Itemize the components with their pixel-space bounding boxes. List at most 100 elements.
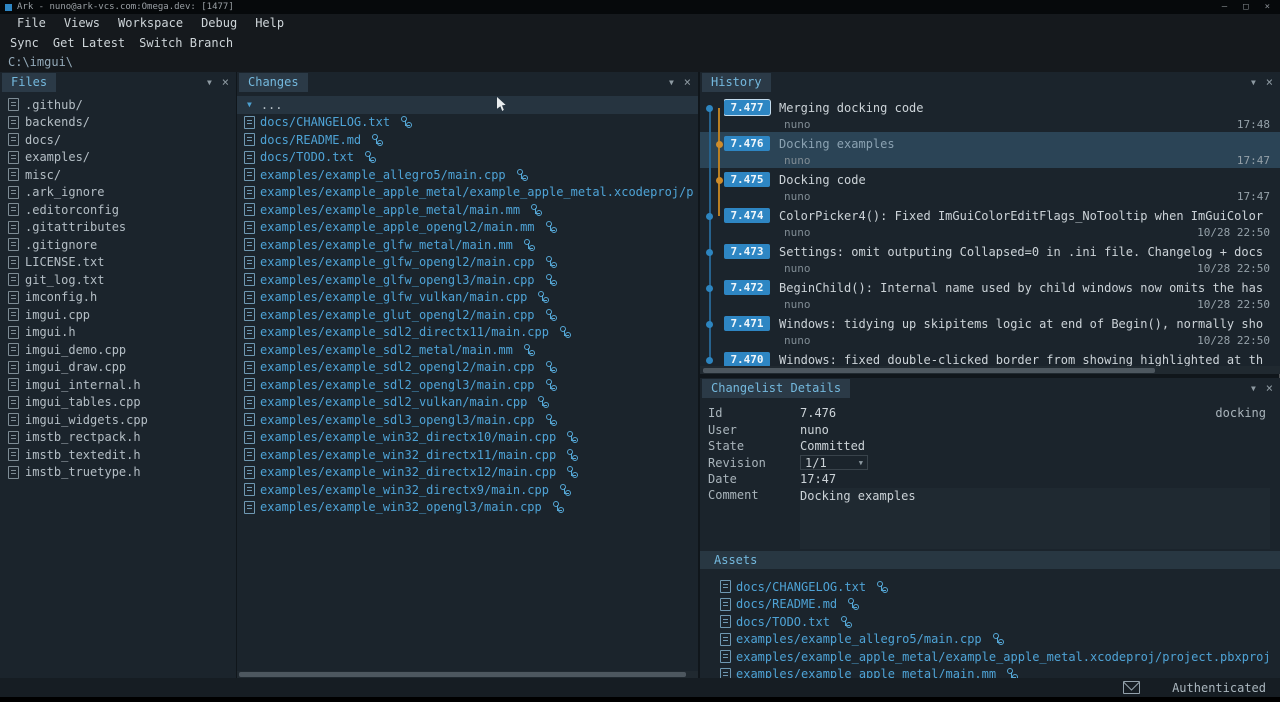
changed-file-item[interactable]: examples/example_apple_metal/example_app… [237, 184, 698, 202]
changeset-comment: Merging docking code [779, 101, 924, 115]
changed-file-item[interactable]: examples/example_sdl2_metal/main.mm [237, 341, 698, 359]
file-item[interactable]: git_log.txt [0, 271, 236, 289]
close-button[interactable]: × [1265, 2, 1270, 12]
close-icon[interactable]: × [222, 77, 229, 87]
branch-icon [372, 134, 383, 146]
file-item[interactable]: imgui_tables.cpp [0, 394, 236, 412]
file-item[interactable]: backends/ [0, 114, 236, 132]
document-icon [8, 326, 19, 339]
menu-item[interactable]: Workspace [109, 14, 192, 33]
details-panel-title[interactable]: Changelist Details [702, 379, 850, 398]
toolbar-button[interactable]: Switch Branch [137, 33, 235, 53]
document-icon [244, 378, 255, 391]
changed-file-item[interactable]: examples/example_glfw_opengl3/main.cpp [237, 271, 698, 289]
close-icon[interactable]: × [1266, 383, 1273, 393]
changed-file-item[interactable]: examples/example_glfw_opengl2/main.cpp [237, 254, 698, 272]
file-item[interactable]: imstb_truetype.h [0, 464, 236, 482]
document-icon [244, 168, 255, 181]
file-item[interactable]: misc/ [0, 166, 236, 184]
changed-file-item[interactable]: examples/example_win32_opengl3/main.cpp [237, 499, 698, 517]
asset-item[interactable]: docs/TODO.txt [700, 613, 1280, 631]
close-icon[interactable]: × [1266, 77, 1273, 87]
changed-file-item[interactable]: examples/example_win32_directx10/main.cp… [237, 429, 698, 447]
filter-icon[interactable]: ▼ [1251, 78, 1256, 87]
changes-root-row[interactable]: ▼ ... [237, 96, 698, 114]
changed-file-item[interactable]: examples/example_win32_directx12/main.cp… [237, 464, 698, 482]
changed-file-item[interactable]: examples/example_sdl2_vulkan/main.cpp [237, 394, 698, 412]
changed-file-item[interactable]: examples/example_glfw_vulkan/main.cpp [237, 289, 698, 307]
changed-file-item[interactable]: examples/example_win32_directx9/main.cpp [237, 481, 698, 499]
file-item[interactable]: .github/ [0, 96, 236, 114]
file-item[interactable]: imgui_draw.cpp [0, 359, 236, 377]
changed-file-item[interactable]: examples/example_apple_opengl2/main.mm [237, 219, 698, 237]
history-entry[interactable]: 7.470 Windows: fixed double-clicked bord… [700, 348, 1280, 366]
file-item[interactable]: examples/ [0, 149, 236, 167]
toolbar-button[interactable]: Get Latest [51, 33, 127, 53]
branch-icon [841, 616, 852, 628]
changed-file-item[interactable]: docs/TODO.txt [237, 149, 698, 167]
menu-item[interactable]: Views [55, 14, 109, 33]
path-bar: C:\imgui\ [0, 53, 1280, 72]
scrollbar-thumb[interactable] [239, 672, 686, 677]
file-item[interactable]: imgui.cpp [0, 306, 236, 324]
minimize-button[interactable]: – [1222, 2, 1227, 12]
asset-item[interactable]: examples/example_allegro5/main.cpp [700, 631, 1280, 649]
changed-file-item[interactable]: examples/example_apple_metal/main.mm [237, 201, 698, 219]
changed-file-item[interactable]: examples/example_allegro5/main.cpp [237, 166, 698, 184]
file-item[interactable]: imstb_textedit.h [0, 446, 236, 464]
file-item[interactable]: .gitignore [0, 236, 236, 254]
changed-file-item[interactable]: examples/example_win32_directx11/main.cp… [237, 446, 698, 464]
filter-icon[interactable]: ▼ [669, 78, 674, 87]
changes-root-label: ... [261, 98, 283, 112]
file-item[interactable]: .ark_ignore [0, 184, 236, 202]
changed-file-item[interactable]: examples/example_sdl3_opengl3/main.cpp [237, 411, 698, 429]
history-entry[interactable]: 7.477 Merging docking code nuno 17:48 [700, 96, 1280, 132]
history-entry[interactable]: 7.475 Docking code nuno 17:47 [700, 168, 1280, 204]
file-item[interactable]: .editorconfig [0, 201, 236, 219]
menu-item[interactable]: Help [246, 14, 293, 33]
changed-file-item[interactable]: examples/example_glut_opengl2/main.cpp [237, 306, 698, 324]
history-entry[interactable]: 7.472 BeginChild(): Internal name used b… [700, 276, 1280, 312]
toolbar-button[interactable]: Sync [8, 33, 41, 53]
history-entry[interactable]: 7.474 ColorPicker4(): Fixed ImGuiColorEd… [700, 204, 1280, 240]
file-item[interactable]: imgui_widgets.cpp [0, 411, 236, 429]
changed-file-item[interactable]: examples/example_sdl2_directx11/main.cpp [237, 324, 698, 342]
maximize-button[interactable]: □ [1243, 2, 1248, 12]
document-icon [244, 203, 255, 216]
changes-panel-title[interactable]: Changes [239, 73, 308, 92]
filter-icon[interactable]: ▼ [1251, 384, 1256, 393]
file-item[interactable]: .gitattributes [0, 219, 236, 237]
history-entry[interactable]: 7.473 Settings: omit outputing Collapsed… [700, 240, 1280, 276]
file-item[interactable]: imconfig.h [0, 289, 236, 307]
file-item[interactable]: imgui.h [0, 324, 236, 342]
changed-file-item[interactable]: examples/example_sdl2_opengl3/main.cpp [237, 376, 698, 394]
file-item[interactable]: imgui_demo.cpp [0, 341, 236, 359]
changed-file-item[interactable]: docs/CHANGELOG.txt [237, 114, 698, 132]
scrollbar-thumb[interactable] [703, 368, 1155, 373]
history-entry[interactable]: 7.476 Docking examples nuno 17:47 [700, 132, 1280, 168]
menu-item[interactable]: File [8, 14, 55, 33]
history-panel-title[interactable]: History [702, 73, 771, 92]
chevron-down-icon[interactable]: ▼ [247, 100, 252, 109]
history-entry[interactable]: 7.471 Windows: tidying up skipitems logi… [700, 312, 1280, 348]
file-item[interactable]: LICENSE.txt [0, 254, 236, 272]
changed-file-item[interactable]: docs/README.md [237, 131, 698, 149]
dropdown-arrow-icon[interactable]: ▼ [859, 459, 863, 467]
document-icon [8, 256, 19, 269]
changed-file-item[interactable]: examples/example_sdl2_opengl2/main.cpp [237, 359, 698, 377]
file-item[interactable]: docs/ [0, 131, 236, 149]
menu-item[interactable]: Debug [192, 14, 246, 33]
document-icon [244, 501, 255, 514]
branch-icon [1007, 668, 1018, 678]
file-item[interactable]: imstb_rectpack.h [0, 429, 236, 447]
asset-item[interactable]: docs/README.md [700, 596, 1280, 614]
changed-file-item[interactable]: examples/example_glfw_metal/main.mm [237, 236, 698, 254]
document-icon [8, 238, 19, 251]
file-item[interactable]: imgui_internal.h [0, 376, 236, 394]
asset-item[interactable]: examples/example_apple_metal/main.mm [700, 666, 1280, 679]
files-panel-title[interactable]: Files [2, 73, 56, 92]
asset-item[interactable]: examples/example_apple_metal/example_app… [700, 648, 1280, 666]
filter-icon[interactable]: ▼ [207, 78, 212, 87]
close-icon[interactable]: × [684, 77, 691, 87]
asset-item[interactable]: docs/CHANGELOG.txt [700, 578, 1280, 596]
